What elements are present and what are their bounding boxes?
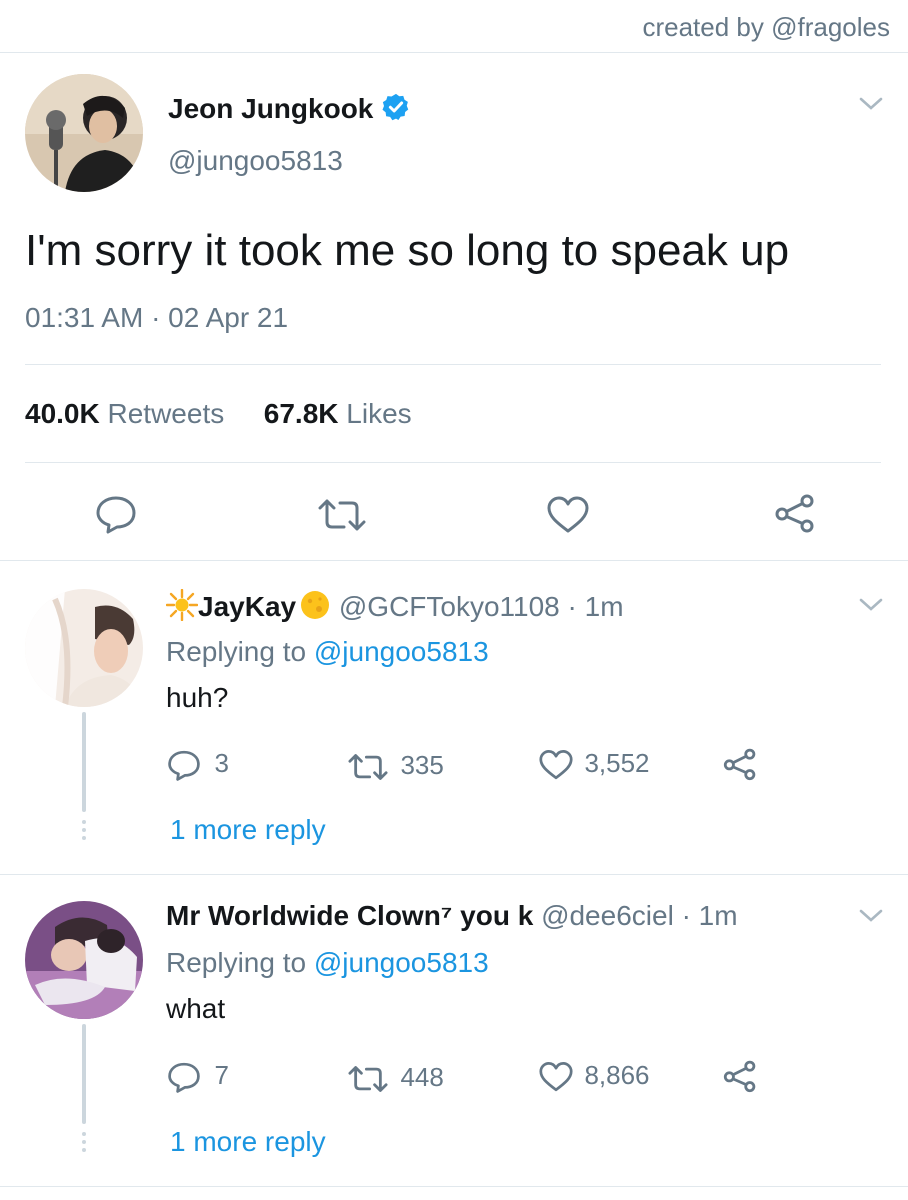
likes-count: 67.8K <box>263 398 339 429</box>
divider <box>0 1186 908 1187</box>
main-author-name[interactable]: Jeon Jungkook <box>168 92 411 129</box>
reply-icon <box>166 749 202 786</box>
reply-1-text: huh? <box>166 682 229 713</box>
sun-emoji-icon <box>165 588 199 628</box>
divider <box>0 874 908 875</box>
thread-dot <box>82 828 86 832</box>
reply-2-author-handle[interactable]: @dee6ciel <box>541 900 674 931</box>
moon-emoji-icon <box>299 589 331 628</box>
main-author-name-text: Jeon Jungkook <box>168 92 374 124</box>
replying-to-handle-link[interactable]: @jungoo5813 <box>314 636 489 667</box>
reply-count: 7 <box>214 1060 229 1090</box>
divider <box>25 462 881 463</box>
reply-1-like-action[interactable]: 3,552 <box>538 748 650 786</box>
share-icon[interactable] <box>773 493 817 538</box>
divider <box>0 560 908 561</box>
retweet-icon <box>346 1065 390 1098</box>
main-author-handle[interactable]: @jungoo5813 <box>168 145 343 177</box>
retweet-icon <box>346 753 390 786</box>
reply-2-retweet-action[interactable]: 448 <box>346 1062 444 1098</box>
verified-badge-icon <box>381 92 411 129</box>
reply-1-more-replies-link[interactable]: 1 more reply <box>170 814 326 846</box>
thread-line <box>82 1024 86 1124</box>
retweets-stat[interactable]: 40.0K Retweets <box>25 398 224 429</box>
reply-1-retweet-action[interactable]: 335 <box>346 750 444 786</box>
thread-line <box>82 712 86 812</box>
reply-1-time: · 1m <box>567 590 624 622</box>
reply-1-header: JayKay @GCFTokyo1108 · 1m <box>165 588 624 628</box>
avatar-main[interactable] <box>25 74 143 192</box>
retweets-label: Retweets <box>107 398 225 429</box>
heart-icon <box>538 1061 574 1098</box>
divider <box>25 364 881 365</box>
chevron-down-icon[interactable] <box>858 908 884 929</box>
replying-to-label: Replying to <box>166 636 307 667</box>
like-count: 3,552 <box>584 748 650 778</box>
retweet-icon[interactable] <box>316 498 368 537</box>
thread-dot <box>82 1140 86 1144</box>
heart-icon[interactable] <box>546 495 590 540</box>
share-icon[interactable] <box>722 747 758 786</box>
credit-text: created by @fragoles <box>642 12 890 42</box>
thread-dot <box>82 820 86 824</box>
reply-2-more-replies-link[interactable]: 1 more reply <box>170 1126 326 1158</box>
likes-stat[interactable]: 67.8K Likes <box>264 398 412 429</box>
main-tweet-timestamp[interactable]: 01:31 AM · 02 Apr 21 <box>25 302 288 334</box>
reply-2-like-action[interactable]: 8,866 <box>538 1060 650 1098</box>
reply-2-time: · 1m <box>681 900 738 931</box>
thread-dot <box>82 1148 86 1152</box>
chevron-down-icon[interactable] <box>858 597 884 618</box>
like-count: 8,866 <box>584 1060 650 1090</box>
thread-dot <box>82 1132 86 1136</box>
reply-1-author-name[interactable]: JayKay <box>198 591 296 622</box>
thread-dot <box>82 836 86 840</box>
avatar-reply-1[interactable] <box>25 589 143 707</box>
main-tweet-text: I'm sorry it took me so long to speak up <box>25 226 790 275</box>
replying-to-handle-link[interactable]: @jungoo5813 <box>314 947 489 978</box>
reply-2-header: Mr Worldwide Clown⁷ you k @dee6ciel · 1m <box>166 900 738 932</box>
reply-count: 3 <box>214 748 229 778</box>
reply-2-author-name[interactable]: Mr Worldwide Clown⁷ you k <box>166 900 533 931</box>
share-icon[interactable] <box>722 1059 758 1098</box>
replying-to-label: Replying to <box>166 947 307 978</box>
reply-1-replying-to: Replying to @jungoo5813 <box>166 636 489 668</box>
reply-2-replying-to: Replying to @jungoo5813 <box>166 947 489 979</box>
stats-row: 40.0K Retweets 67.8K Likes <box>25 398 412 430</box>
retweet-count: 448 <box>400 1062 444 1092</box>
reply-1-reply-action[interactable]: 3 <box>166 748 229 786</box>
reply-2-text: what <box>166 993 226 1024</box>
header-divider <box>0 52 908 53</box>
likes-label: Likes <box>346 398 412 429</box>
reply-icon[interactable] <box>94 494 138 539</box>
chevron-down-icon[interactable] <box>858 96 884 117</box>
reply-1-author-handle[interactable]: @GCFTokyo1108 <box>339 591 560 622</box>
reply-2-reply-action[interactable]: 7 <box>166 1060 229 1098</box>
retweet-count: 335 <box>400 750 444 780</box>
reply-icon <box>166 1061 202 1098</box>
heart-icon <box>538 749 574 786</box>
avatar-reply-2[interactable] <box>25 901 143 1019</box>
retweets-count: 40.0K <box>25 398 100 429</box>
